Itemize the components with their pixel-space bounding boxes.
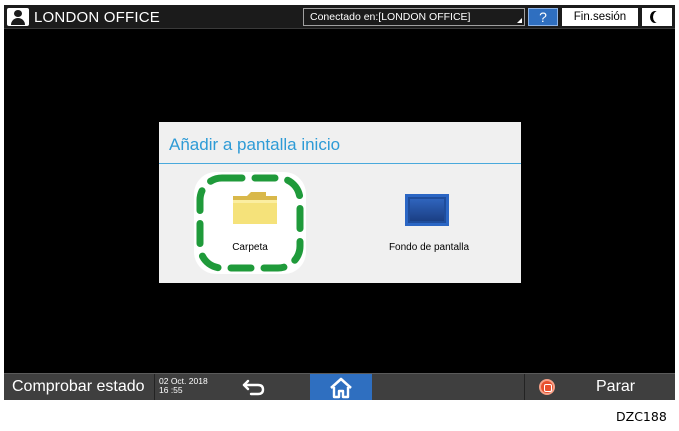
wallpaper-option[interactable]: Fondo de pantalla — [359, 172, 499, 274]
back-arrow-icon — [242, 379, 265, 396]
logout-button[interactable]: Fin.sesión — [562, 8, 638, 26]
stop-button-label[interactable]: Parar — [596, 378, 635, 396]
folder-option[interactable]: Carpeta — [194, 172, 306, 274]
user-indicator[interactable]: LONDON OFFICE — [7, 8, 160, 26]
wallpaper-icon — [405, 194, 449, 226]
help-button[interactable]: ? — [528, 8, 558, 26]
connected-status-dropdown[interactable]: Conectado en:[LONDON OFFICE] — [303, 8, 525, 26]
time-text: 16 :55 — [159, 385, 183, 395]
dropdown-corner-icon — [517, 18, 522, 23]
datetime-display: 02 Oct. 2018 16 :55 — [159, 377, 208, 395]
user-name: LONDON OFFICE — [34, 8, 160, 26]
home-icon — [330, 377, 352, 399]
check-status-button[interactable]: Comprobar estado — [12, 378, 145, 396]
add-to-home-dialog: Añadir a pantalla inicio Carpeta Fondo d… — [159, 122, 521, 283]
top-bar: LONDON OFFICE Conectado en:[LONDON OFFIC… — [4, 5, 675, 29]
stop-icon[interactable] — [539, 379, 555, 395]
moon-icon — [653, 11, 663, 23]
dialog-title-divider — [159, 163, 521, 164]
device-screen: LONDON OFFICE Conectado en:[LONDON OFFIC… — [4, 5, 675, 400]
figure-code: DZC188 — [616, 409, 667, 424]
bottom-bar: Comprobar estado 02 Oct. 2018 16 :55 Par… — [4, 373, 675, 400]
connected-label: Conectado en:[LONDON OFFICE] — [310, 11, 471, 23]
bottom-divider — [154, 374, 155, 400]
home-button[interactable] — [310, 374, 372, 400]
folder-option-label: Carpeta — [232, 242, 268, 253]
wallpaper-option-label: Fondo de pantalla — [388, 242, 470, 253]
energy-saver-button[interactable] — [642, 8, 672, 26]
bottom-divider — [524, 374, 525, 400]
user-icon — [7, 8, 29, 26]
back-button[interactable] — [240, 377, 270, 397]
dialog-title: Añadir a pantalla inicio — [169, 135, 341, 154]
folder-icon — [233, 192, 277, 224]
